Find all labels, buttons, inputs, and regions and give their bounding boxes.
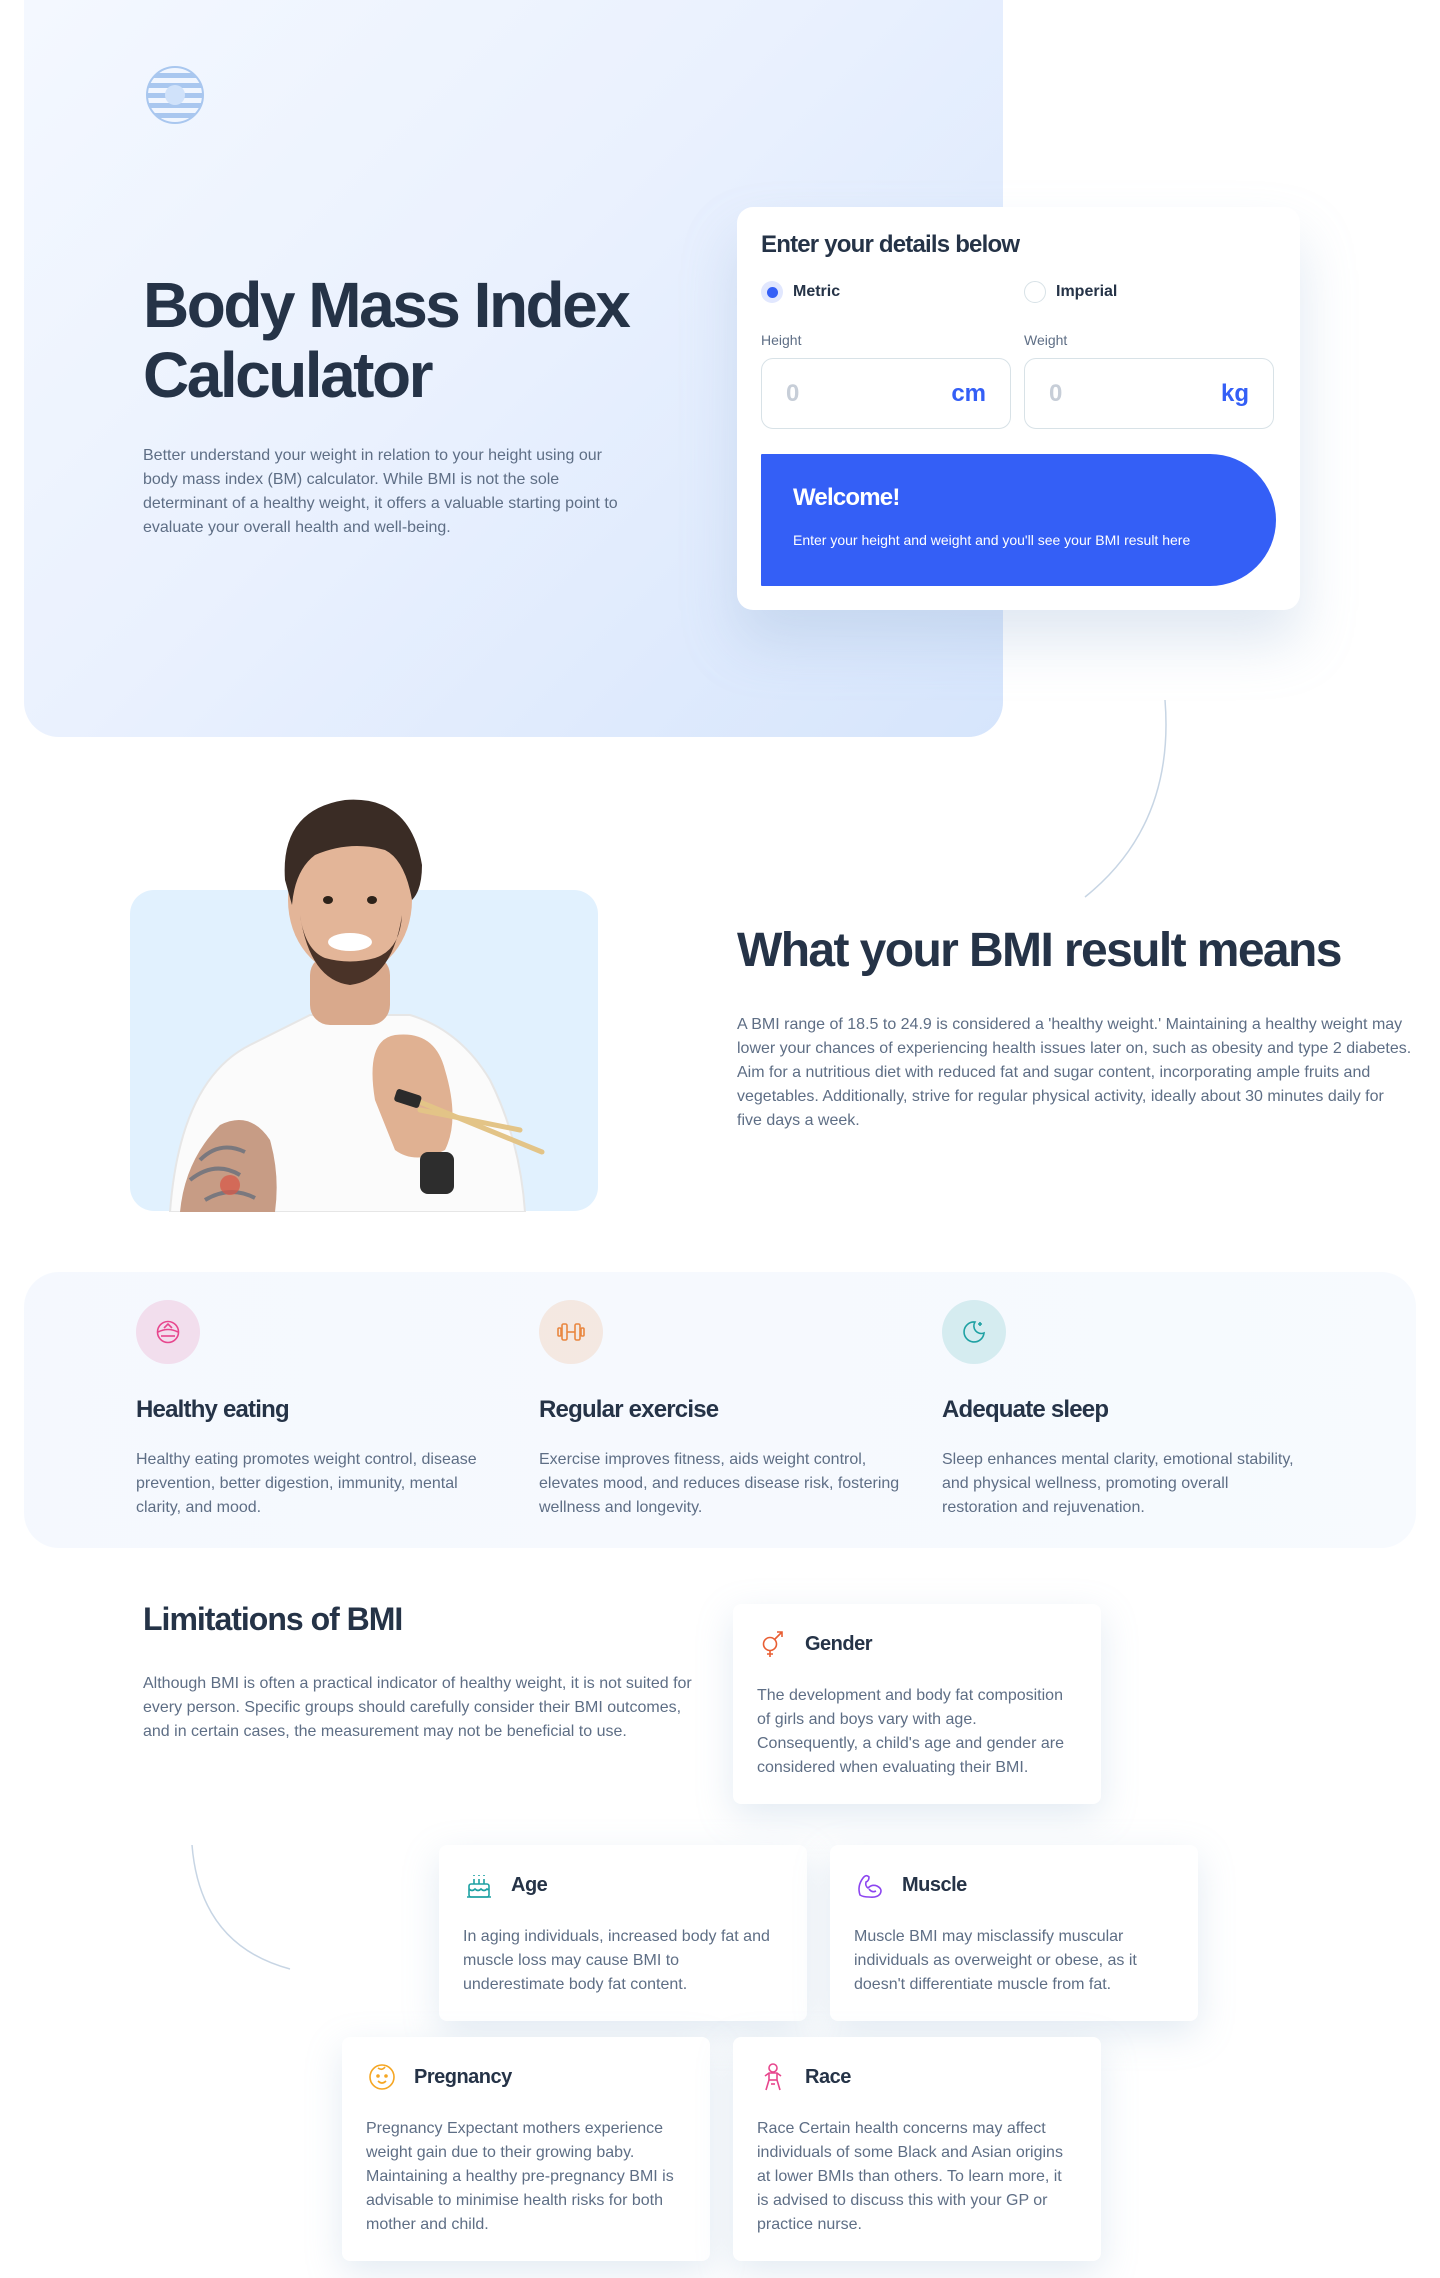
height-unit: cm bbox=[951, 379, 986, 407]
logo-icon bbox=[146, 66, 204, 124]
weight-unit: kg bbox=[1220, 379, 1249, 407]
card-text: The development and body fat composition… bbox=[757, 1687, 1064, 1776]
meaning-title: What your BMI result means bbox=[737, 924, 1342, 977]
card-title: Pregnancy bbox=[414, 2065, 512, 2088]
result-panel: Welcome! Enter your height and weight an… bbox=[761, 454, 1276, 586]
card-text: Pregnancy Expectant mothers experience w… bbox=[366, 2120, 674, 2233]
person-eating-photo bbox=[168, 799, 545, 1212]
limitations-text: Although BMI is often a practical indica… bbox=[143, 1675, 692, 1740]
result-title: Welcome! bbox=[793, 484, 900, 511]
limitation-card-pregnancy: Pregnancy Pregnancy Expectant mothers ex… bbox=[342, 2037, 710, 2261]
metric-label: Metric bbox=[793, 283, 841, 300]
limitation-card-gender: Gender The development and body fat comp… bbox=[733, 1604, 1101, 1804]
tip-regular-exercise: Regular exercise Exercise improves fitne… bbox=[539, 1300, 904, 1520]
card-text: In aging individuals, increased body fat… bbox=[463, 1928, 770, 1993]
imperial-radio[interactable]: Imperial bbox=[1024, 281, 1117, 303]
birthday-cake-icon bbox=[467, 1875, 491, 1898]
bowl-icon bbox=[136, 1300, 200, 1364]
bmi-calculator-card: Enter your details below Metric Imperial… bbox=[737, 207, 1300, 610]
tip-title: Adequate sleep bbox=[942, 1396, 1109, 1423]
card-title: Gender bbox=[805, 1632, 873, 1655]
card-title: Race bbox=[805, 2065, 851, 2088]
weight-label: Weight bbox=[1024, 332, 1068, 348]
radio-dot-icon bbox=[761, 281, 783, 303]
result-text: Enter your height and weight and you'll … bbox=[793, 532, 1191, 548]
hero-description: Better understand your weight in relatio… bbox=[143, 447, 618, 536]
height-value: 0 bbox=[786, 379, 800, 407]
calculator-title: Enter your details below bbox=[761, 231, 1020, 258]
limitations-title: Limitations of BMI bbox=[143, 1601, 403, 1637]
radio-dot-icon bbox=[1024, 281, 1046, 303]
limitation-card-age: Age In aging individuals, increased body… bbox=[439, 1845, 807, 2021]
tip-title: Regular exercise bbox=[539, 1396, 719, 1423]
card-text: Race Certain health concerns may affect … bbox=[757, 2120, 1063, 2233]
tip-text: Exercise improves fitness, aids weight c… bbox=[539, 1451, 900, 1516]
card-title: Age bbox=[511, 1873, 548, 1896]
weight-value: 0 bbox=[1049, 379, 1063, 407]
tip-title: Healthy eating bbox=[136, 1396, 290, 1423]
tip-text: Sleep enhances mental clarity, emotional… bbox=[942, 1451, 1294, 1516]
page-title: Body Mass Index Calculator bbox=[143, 269, 631, 411]
tip-adequate-sleep: Adequate sleep Sleep enhances mental cla… bbox=[942, 1300, 1307, 1520]
meaning-text: A BMI range of 18.5 to 24.9 is considere… bbox=[737, 1016, 1412, 1129]
limitation-card-race: Race Race Certain health concerns may af… bbox=[733, 2037, 1101, 2261]
gender-icon bbox=[762, 1631, 783, 1657]
limitation-card-muscle: Muscle Muscle BMI may misclassify muscul… bbox=[830, 1845, 1198, 2021]
baby-face-icon bbox=[369, 2064, 395, 2090]
person-icon bbox=[764, 2063, 782, 2091]
dumbbell-icon bbox=[539, 1300, 603, 1364]
weight-input[interactable]: 0 kg bbox=[1024, 358, 1274, 429]
metric-radio[interactable]: Metric bbox=[761, 281, 840, 303]
tip-text: Healthy eating promotes weight control, … bbox=[136, 1451, 477, 1516]
card-title: Muscle bbox=[902, 1873, 967, 1896]
moon-icon bbox=[942, 1300, 1006, 1364]
card-text: Muscle BMI may misclassify muscular indi… bbox=[854, 1928, 1137, 1993]
muscle-icon bbox=[858, 1874, 882, 1898]
imperial-label: Imperial bbox=[1056, 283, 1118, 300]
height-label: Height bbox=[761, 332, 802, 348]
tip-healthy-eating: Healthy eating Healthy eating promotes w… bbox=[136, 1300, 501, 1520]
height-input[interactable]: 0 cm bbox=[761, 358, 1011, 429]
decorative-curve-line bbox=[1084, 700, 1167, 898]
decorative-curve-line bbox=[191, 1845, 291, 1970]
